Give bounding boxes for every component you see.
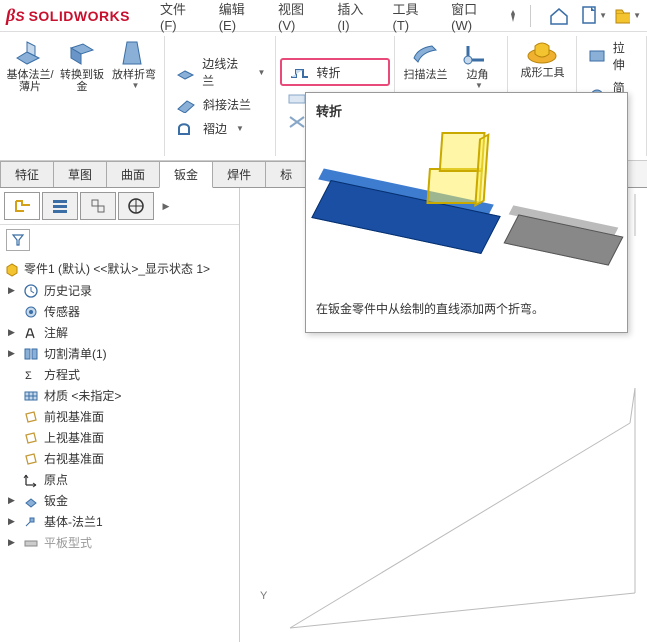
tree-caret-icon[interactable]: ▶ [8, 285, 18, 296]
base-flange-button[interactable]: 基体法兰/薄片 [4, 36, 56, 95]
tree-item-label: 传感器 [44, 303, 80, 320]
tree-item-label: 切割清单(1) [44, 345, 107, 362]
tree-item-label: 方程式 [44, 366, 80, 383]
swept-flange-button[interactable]: 扫描法兰 [399, 36, 451, 92]
ribbon-group-flanges: 边线法兰▼ 斜接法兰 褶边▼ [165, 36, 276, 156]
tree-item[interactable]: ▶ 历史记录 [2, 280, 237, 301]
tree-item-icon [23, 535, 39, 551]
tree-item[interactable]: ▶ 钣金 [2, 490, 237, 511]
tree-root[interactable]: 零件1 (默认) <<默认>_显示状态 1> [2, 257, 237, 280]
forming-tool-button[interactable]: 成形工具 [512, 36, 572, 81]
corners-button[interactable]: 边角 ▼ [451, 36, 503, 92]
panel-tab-row: ▶ [0, 188, 239, 225]
tree-item-label: 平板型式 [44, 534, 92, 551]
tooltip-description: 在钣金零件中从绘制的直线添加两个折弯。 [316, 300, 617, 318]
filter-button[interactable] [6, 229, 30, 251]
tree-item[interactable]: 上视基准面 [2, 427, 237, 448]
tree-caret-icon[interactable]: ▶ [8, 495, 18, 506]
convert-sheetmetal-button[interactable]: 转换到钣金 [56, 36, 108, 95]
tree-item-icon [23, 304, 39, 320]
hem-button[interactable]: 褶边▼ [169, 116, 271, 140]
logo-ds-icon: βS [6, 5, 25, 26]
edge-flange-button[interactable]: 边线法兰▼ [169, 52, 271, 92]
tab-features[interactable]: 特征 [0, 161, 54, 187]
tree-item[interactable]: ▶ 切割清单(1) [2, 343, 237, 364]
tree-item-label: 前视基准面 [44, 408, 104, 425]
axis-y-label: Y [260, 590, 267, 602]
tree-item[interactable]: ▶ 平板型式 [2, 532, 237, 553]
filter-row [0, 225, 239, 255]
tree-item[interactable]: 右视基准面 [2, 448, 237, 469]
tree-item[interactable]: Σ 方程式 [2, 364, 237, 385]
menu-insert[interactable]: 插入(I) [325, 0, 380, 33]
quick-access-toolbar: ▼ ▼ [545, 2, 641, 30]
funnel-icon [11, 233, 25, 247]
tree-caret-icon[interactable]: ▶ [8, 537, 18, 548]
tooltip-title: 转折 [316, 101, 617, 120]
tree-item-label: 右视基准面 [44, 450, 104, 467]
tree-item-label: 原点 [44, 471, 68, 488]
tree-item[interactable]: ▶ 注解 [2, 322, 237, 343]
tab-sketch[interactable]: 草图 [53, 161, 107, 187]
tree-item-label: 钣金 [44, 492, 68, 509]
tooltip-preview [316, 128, 616, 288]
divider [530, 5, 531, 27]
tree-caret-icon[interactable]: ▶ [8, 348, 18, 359]
extruded-cut-button[interactable]: 拉伸 [581, 36, 642, 76]
menu-tools[interactable]: 工具(T) [380, 0, 439, 33]
panel-more-icon[interactable]: ▶ [156, 192, 176, 220]
tab-sheetmetal[interactable]: 钣金 [159, 161, 213, 188]
config-manager-tab[interactable] [80, 192, 116, 220]
ribbon-group-base: 基体法兰/薄片 转换到钣金 放样折弯 ▼ [0, 36, 165, 156]
tree-item[interactable]: 前视基准面 [2, 406, 237, 427]
tree-item[interactable]: 原点 [2, 469, 237, 490]
tree-item-label: 上视基准面 [44, 429, 104, 446]
tab-weldments[interactable]: 焊件 [212, 161, 266, 187]
tab-mark[interactable]: 标 [265, 161, 307, 187]
tree-item[interactable]: ▶ 基体-法兰1 [2, 511, 237, 532]
menu-file[interactable]: 文件(F) [148, 0, 207, 33]
menu-edit[interactable]: 编辑(E) [207, 0, 266, 33]
feature-manager-panel: ▶ 零件1 (默认) <<默认>_显示状态 1> ▶ 历史记录传感器 ▶ 注解 ▶ 切割清… [0, 188, 240, 642]
tree-item-icon: Σ [23, 367, 39, 383]
tree-item[interactable]: 传感器 [2, 301, 237, 322]
app-title: SOLIDWORKS [29, 8, 130, 24]
pin-icon[interactable] [501, 2, 524, 30]
tree-caret-icon[interactable]: ▶ [8, 516, 18, 527]
dimxpert-tab[interactable] [118, 192, 154, 220]
tab-surfaces[interactable]: 曲面 [106, 161, 160, 187]
tree-item-label: 材质 <未指定> [44, 387, 121, 404]
part-icon [4, 261, 20, 277]
tree-item-icon [23, 409, 39, 425]
tree-item-icon [23, 388, 39, 404]
jog-button[interactable]: 转折 [280, 58, 390, 86]
tree-item[interactable]: 材质 <未指定> [2, 385, 237, 406]
property-manager-tab[interactable] [42, 192, 78, 220]
feature-tree: 零件1 (默认) <<默认>_显示状态 1> ▶ 历史记录传感器 ▶ 注解 ▶ 切割清单(… [0, 255, 239, 555]
new-doc-icon[interactable]: ▼ [579, 2, 607, 30]
tree-item-icon [23, 346, 39, 362]
miter-flange-button[interactable]: 斜接法兰 [169, 92, 271, 116]
tree-item-icon [23, 325, 39, 341]
home-icon[interactable] [545, 2, 573, 30]
tree-item-label: 注解 [44, 324, 68, 341]
tree-item-label: 基体-法兰1 [44, 513, 103, 530]
feature-tree-tab[interactable] [4, 192, 40, 220]
tree-item-icon [23, 472, 39, 488]
menu-view[interactable]: 视图(V) [266, 0, 325, 33]
svg-text:Σ: Σ [25, 370, 32, 382]
tree-item-icon [23, 493, 39, 509]
tree-item-icon [23, 514, 39, 530]
menu-window[interactable]: 窗口(W) [439, 0, 501, 33]
tree-item-icon [23, 430, 39, 446]
tree-item-label: 历史记录 [44, 282, 92, 299]
open-icon[interactable]: ▼ [613, 2, 641, 30]
tree-item-icon [23, 451, 39, 467]
app-logo: βS SOLIDWORKS [6, 5, 130, 26]
menu-bar: βS SOLIDWORKS 文件(F) 编辑(E) 视图(V) 插入(I) 工具… [0, 0, 647, 32]
loft-bend-button[interactable]: 放样折弯 ▼ [108, 36, 160, 95]
tooltip-jog: 转折 在钣金零件中从绘制的直线添加两个折弯。 [305, 92, 628, 333]
tree-item-icon [23, 283, 39, 299]
tree-caret-icon[interactable]: ▶ [8, 327, 18, 338]
